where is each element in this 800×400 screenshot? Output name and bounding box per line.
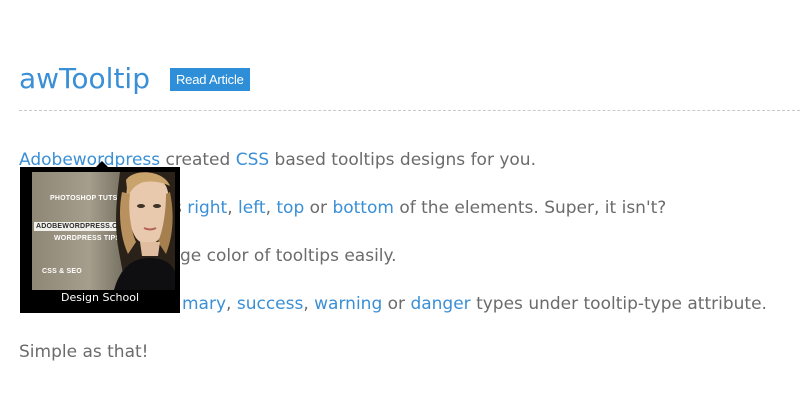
text-segment: of the elements. Super, it isn't?	[393, 198, 667, 218]
portrait-illustration	[114, 172, 175, 290]
right-link[interactable]: right	[187, 198, 227, 218]
page-title: awTooltip	[19, 62, 150, 95]
text-segment: ,	[227, 198, 239, 218]
header: awTooltip Read Article	[19, 62, 250, 95]
image-text-wordpress: WORDPRESS TIPS	[54, 235, 121, 242]
text-segment: ,	[265, 198, 277, 218]
tooltip-popup: PHOTOSHOP TUTS ADOBEWORDPRESS.COM WORDPR…	[20, 167, 180, 313]
css-link[interactable]: CSS	[236, 150, 269, 170]
text-segment: ,	[303, 294, 315, 314]
text-segment: types under tooltip-type attribute.	[470, 294, 767, 314]
bottom-link[interactable]: bottom	[332, 198, 393, 218]
text-segment: based tooltips designs for you.	[269, 150, 536, 170]
danger-link[interactable]: danger	[410, 294, 470, 314]
paragraph-line-5: Simple as that!	[19, 328, 794, 376]
tooltip-image: PHOTOSHOP TUTS ADOBEWORDPRESS.COM WORDPR…	[32, 172, 175, 290]
text-segment: or	[382, 294, 411, 314]
tooltip-caption: Design School	[61, 291, 139, 304]
dashed-divider	[19, 110, 800, 111]
text-segment: ge color of tooltips easily.	[180, 246, 397, 266]
text-segment: or	[304, 198, 333, 218]
warning-link[interactable]: warning	[314, 294, 382, 314]
image-text-css-seo: CSS & SEO	[42, 268, 82, 275]
text-segment: Simple as that!	[19, 342, 149, 362]
top-link[interactable]: top	[276, 198, 304, 218]
text-segment: ,	[226, 294, 237, 314]
read-article-button[interactable]: Read Article	[169, 68, 250, 91]
left-link[interactable]: left	[238, 198, 266, 218]
image-text-photoshop: PHOTOSHOP TUTS	[50, 195, 118, 202]
success-link[interactable]: success	[237, 294, 304, 314]
primary-link[interactable]: mary	[182, 294, 226, 314]
